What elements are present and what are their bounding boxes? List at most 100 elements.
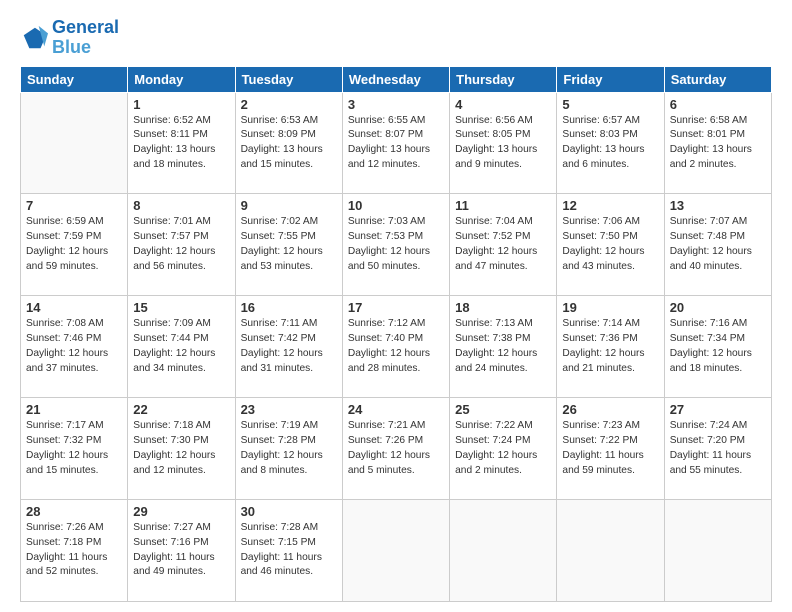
day-number: 11 — [455, 198, 551, 213]
day-number: 23 — [241, 402, 337, 417]
day-info: Sunrise: 7:11 AMSunset: 7:42 PMDaylight:… — [241, 317, 337, 376]
calendar-cell: 7 Sunrise: 6:59 AMSunset: 7:59 PMDaylight… — [21, 194, 128, 296]
day-info: Sunrise: 7:04 AMSunset: 7:52 PMDaylight:… — [455, 215, 551, 274]
calendar-cell: 25 Sunrise: 7:22 AMSunset: 7:24 PMDayligh… — [450, 398, 557, 500]
calendar-cell: 13 Sunrise: 7:07 AMSunset: 7:48 PMDayligh… — [664, 194, 771, 296]
day-number: 7 — [26, 198, 122, 213]
page: General Blue SundayMondayTuesdayWednesda… — [0, 0, 792, 612]
weekday-header-saturday: Saturday — [664, 66, 771, 92]
day-number: 17 — [348, 300, 444, 315]
logo-icon — [20, 24, 48, 52]
calendar-cell: 21 Sunrise: 7:17 AMSunset: 7:32 PMDayligh… — [21, 398, 128, 500]
weekday-header-sunday: Sunday — [21, 66, 128, 92]
day-info: Sunrise: 7:01 AMSunset: 7:57 PMDaylight:… — [133, 215, 229, 274]
calendar-cell: 19 Sunrise: 7:14 AMSunset: 7:36 PMDayligh… — [557, 296, 664, 398]
calendar-cell: 8 Sunrise: 7:01 AMSunset: 7:57 PMDaylight… — [128, 194, 235, 296]
calendar-cell: 29 Sunrise: 7:27 AMSunset: 7:16 PMDayligh… — [128, 500, 235, 602]
calendar-cell: 14Sunrise: 7:08 AMSunset: 7:46 PMDayligh… — [21, 296, 128, 398]
day-number: 29 — [133, 504, 229, 519]
week-row-5: 28 Sunrise: 7:26 AMSunset: 7:18 PMDayligh… — [21, 500, 772, 602]
calendar-cell — [21, 92, 128, 194]
calendar-cell: 9Sunrise: 7:02 AMSunset: 7:55 PMDaylight… — [235, 194, 342, 296]
day-info: Sunrise: 6:56 AMSunset: 8:05 PMDaylight:… — [455, 114, 551, 173]
header: General Blue — [20, 18, 772, 58]
day-info: Sunrise: 7:22 AMSunset: 7:24 PMDaylight:… — [455, 419, 551, 478]
logo-text: General Blue — [52, 18, 119, 58]
calendar-cell: 27 Sunrise: 7:24 AMSunset: 7:20 PMDayligh… — [664, 398, 771, 500]
calendar-cell: 24 Sunrise: 7:21 AMSunset: 7:26 PMDayligh… — [342, 398, 449, 500]
week-row-1: 1 Sunrise: 6:52 AMSunset: 8:11 PMDaylight… — [21, 92, 772, 194]
day-info: Sunrise: 7:26 AMSunset: 7:18 PMDaylight:… — [26, 521, 122, 580]
day-info: Sunrise: 7:06 AMSunset: 7:50 PMDaylight:… — [562, 215, 658, 274]
day-number: 26 — [562, 402, 658, 417]
calendar-cell — [557, 500, 664, 602]
calendar-cell: 20Sunrise: 7:16 AMSunset: 7:34 PMDayligh… — [664, 296, 771, 398]
day-number: 2 — [241, 97, 337, 112]
calendar-cell: 22Sunrise: 7:18 AMSunset: 7:30 PMDayligh… — [128, 398, 235, 500]
calendar-cell: 16Sunrise: 7:11 AMSunset: 7:42 PMDayligh… — [235, 296, 342, 398]
day-number: 25 — [455, 402, 551, 417]
day-number: 12 — [562, 198, 658, 213]
day-info: Sunrise: 6:58 AMSunset: 8:01 PMDaylight:… — [670, 114, 766, 173]
day-number: 13 — [670, 198, 766, 213]
calendar-cell: 1 Sunrise: 6:52 AMSunset: 8:11 PMDaylight… — [128, 92, 235, 194]
weekday-header-tuesday: Tuesday — [235, 66, 342, 92]
week-row-3: 14Sunrise: 7:08 AMSunset: 7:46 PMDayligh… — [21, 296, 772, 398]
calendar-cell: 4 Sunrise: 6:56 AMSunset: 8:05 PMDaylight… — [450, 92, 557, 194]
day-info: Sunrise: 7:03 AMSunset: 7:53 PMDaylight:… — [348, 215, 444, 274]
weekday-header-thursday: Thursday — [450, 66, 557, 92]
day-number: 1 — [133, 97, 229, 112]
weekday-header-wednesday: Wednesday — [342, 66, 449, 92]
calendar-cell: 15Sunrise: 7:09 AMSunset: 7:44 PMDayligh… — [128, 296, 235, 398]
calendar-cell — [342, 500, 449, 602]
day-number: 22 — [133, 402, 229, 417]
day-info: Sunrise: 7:23 AMSunset: 7:22 PMDaylight:… — [562, 419, 658, 478]
day-number: 24 — [348, 402, 444, 417]
calendar-cell: 23 Sunrise: 7:19 AMSunset: 7:28 PMDayligh… — [235, 398, 342, 500]
day-info: Sunrise: 7:13 AMSunset: 7:38 PMDaylight:… — [455, 317, 551, 376]
day-info: Sunrise: 7:19 AMSunset: 7:28 PMDaylight:… — [241, 419, 337, 478]
day-info: Sunrise: 7:09 AMSunset: 7:44 PMDaylight:… — [133, 317, 229, 376]
weekday-header-monday: Monday — [128, 66, 235, 92]
calendar-cell: 17 Sunrise: 7:12 AMSunset: 7:40 PMDayligh… — [342, 296, 449, 398]
day-number: 3 — [348, 97, 444, 112]
day-number: 19 — [562, 300, 658, 315]
day-info: Sunrise: 7:17 AMSunset: 7:32 PMDaylight:… — [26, 419, 122, 478]
day-info: Sunrise: 7:21 AMSunset: 7:26 PMDaylight:… — [348, 419, 444, 478]
calendar-table: SundayMondayTuesdayWednesdayThursdayFrid… — [20, 66, 772, 602]
day-number: 9 — [241, 198, 337, 213]
day-info: Sunrise: 7:24 AMSunset: 7:20 PMDaylight:… — [670, 419, 766, 478]
day-info: Sunrise: 6:53 AMSunset: 8:09 PMDaylight:… — [241, 114, 337, 173]
day-number: 27 — [670, 402, 766, 417]
day-info: Sunrise: 6:55 AMSunset: 8:07 PMDaylight:… — [348, 114, 444, 173]
week-row-2: 7 Sunrise: 6:59 AMSunset: 7:59 PMDaylight… — [21, 194, 772, 296]
day-number: 5 — [562, 97, 658, 112]
calendar-cell: 2 Sunrise: 6:53 AMSunset: 8:09 PMDaylight… — [235, 92, 342, 194]
day-info: Sunrise: 7:16 AMSunset: 7:34 PMDaylight:… — [670, 317, 766, 376]
calendar-cell: 5 Sunrise: 6:57 AMSunset: 8:03 PMDaylight… — [557, 92, 664, 194]
day-number: 8 — [133, 198, 229, 213]
weekday-header-row: SundayMondayTuesdayWednesdayThursdayFrid… — [21, 66, 772, 92]
day-info: Sunrise: 6:59 AMSunset: 7:59 PMDaylight:… — [26, 215, 122, 274]
day-number: 10 — [348, 198, 444, 213]
day-info: Sunrise: 6:57 AMSunset: 8:03 PMDaylight:… — [562, 114, 658, 173]
calendar-cell: 3 Sunrise: 6:55 AMSunset: 8:07 PMDaylight… — [342, 92, 449, 194]
day-info: Sunrise: 6:52 AMSunset: 8:11 PMDaylight:… — [133, 114, 229, 173]
day-info: Sunrise: 7:08 AMSunset: 7:46 PMDaylight:… — [26, 317, 122, 376]
day-number: 21 — [26, 402, 122, 417]
calendar-cell — [664, 500, 771, 602]
day-info: Sunrise: 7:27 AMSunset: 7:16 PMDaylight:… — [133, 521, 229, 580]
calendar-cell: 10 Sunrise: 7:03 AMSunset: 7:53 PMDayligh… — [342, 194, 449, 296]
week-row-4: 21 Sunrise: 7:17 AMSunset: 7:32 PMDayligh… — [21, 398, 772, 500]
day-number: 28 — [26, 504, 122, 519]
calendar-cell: 6Sunrise: 6:58 AMSunset: 8:01 PMDaylight… — [664, 92, 771, 194]
calendar-cell: 18Sunrise: 7:13 AMSunset: 7:38 PMDayligh… — [450, 296, 557, 398]
weekday-header-friday: Friday — [557, 66, 664, 92]
day-number: 4 — [455, 97, 551, 112]
day-info: Sunrise: 7:07 AMSunset: 7:48 PMDaylight:… — [670, 215, 766, 274]
day-info: Sunrise: 7:14 AMSunset: 7:36 PMDaylight:… — [562, 317, 658, 376]
calendar-cell: 11 Sunrise: 7:04 AMSunset: 7:52 PMDayligh… — [450, 194, 557, 296]
day-info: Sunrise: 7:12 AMSunset: 7:40 PMDaylight:… — [348, 317, 444, 376]
calendar-cell: 12 Sunrise: 7:06 AMSunset: 7:50 PMDayligh… — [557, 194, 664, 296]
day-number: 30 — [241, 504, 337, 519]
